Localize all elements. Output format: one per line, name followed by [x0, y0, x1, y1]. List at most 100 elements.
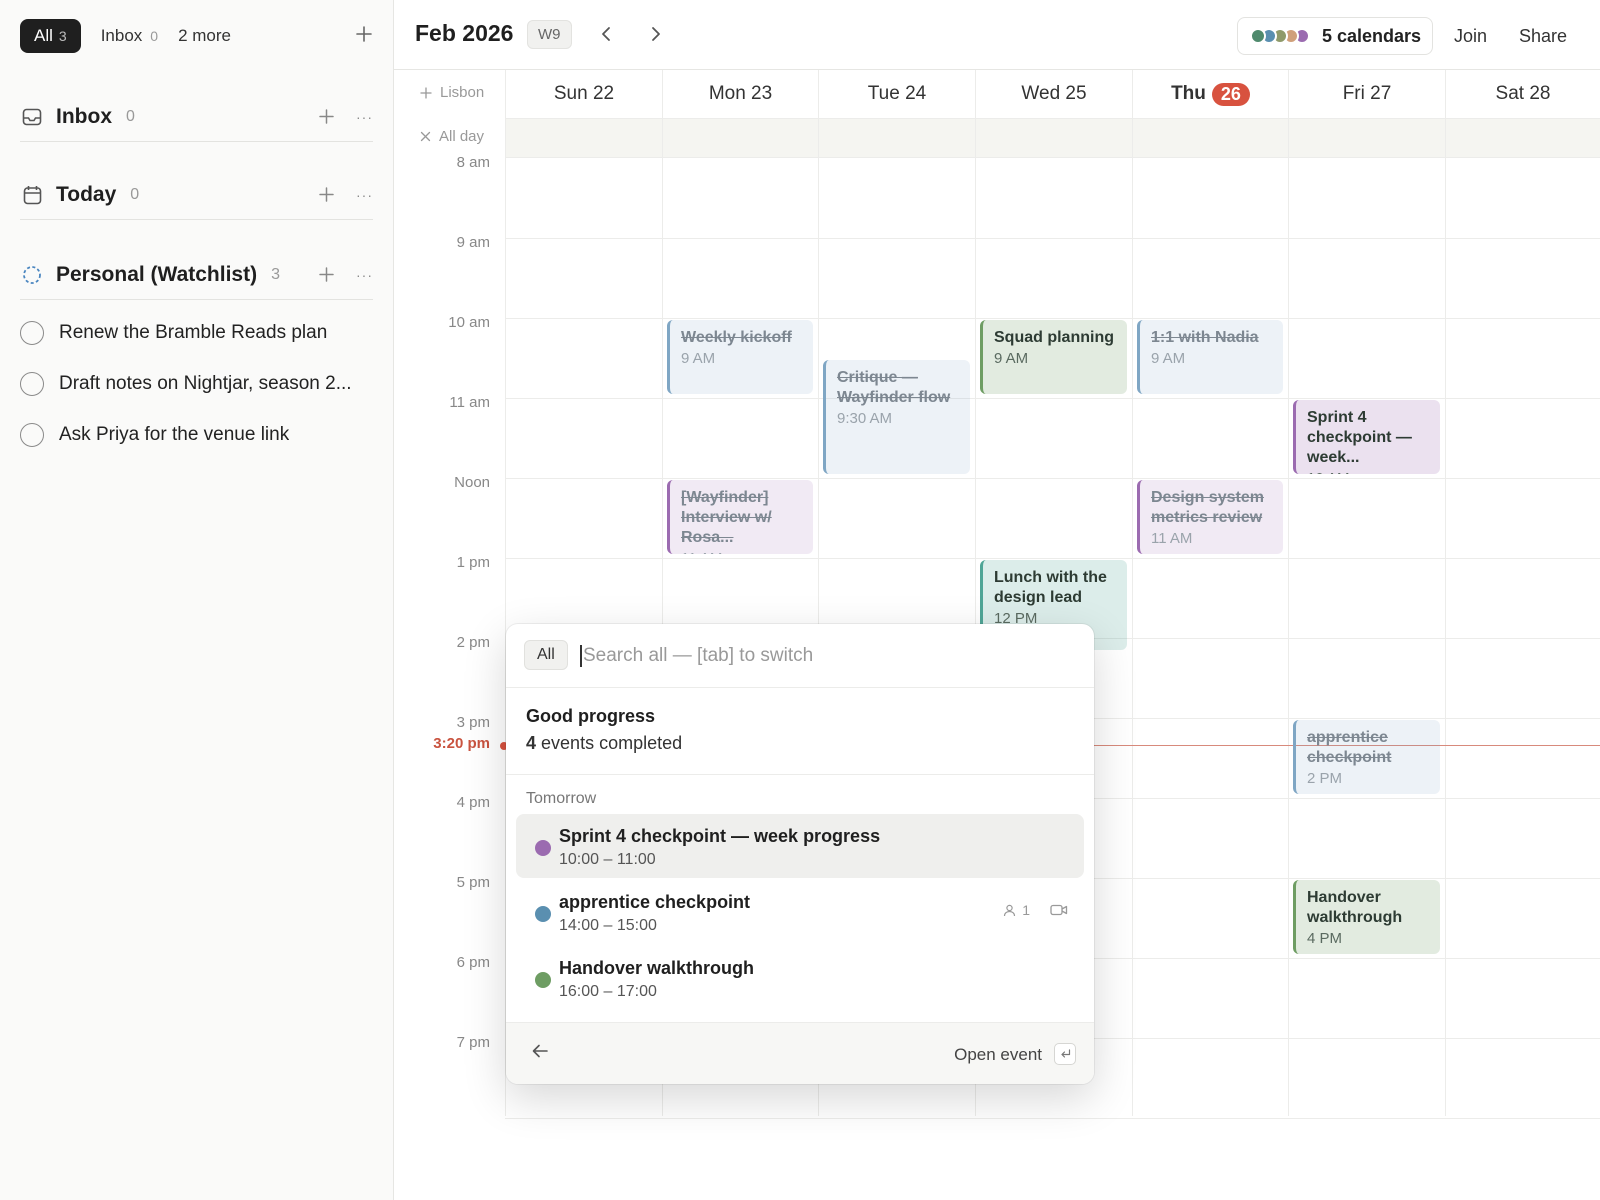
calendar-event[interactable]: Weekly kickoff 9 AM	[667, 320, 813, 394]
calendar-color-dots	[1250, 28, 1310, 44]
task-checkbox[interactable]	[20, 321, 44, 345]
calendar-event[interactable]: [Wayfinder] Interview w/ Rosa... 11 AM	[667, 480, 813, 554]
chevron-right-icon	[652, 27, 660, 41]
event-time: 2 PM	[1307, 770, 1343, 787]
day-column-line	[1288, 118, 1289, 1116]
tab-more[interactable]: 2 more	[178, 26, 231, 46]
event-meta: 1	[1003, 902, 1068, 918]
allday-toggle[interactable]: All day	[420, 128, 484, 145]
calendar-event[interactable]: 1:1 with Nadia 9 AM	[1137, 320, 1283, 394]
calendar-event[interactable]: Handover walkthrough 4 PM	[1293, 880, 1440, 954]
join-button[interactable]: Join	[1454, 26, 1487, 47]
popup-event-item[interactable]: Sprint 4 checkpoint — week progress 10:0…	[516, 814, 1084, 878]
plus-icon[interactable]	[319, 187, 334, 202]
event-time: 9:30 AM	[837, 410, 893, 427]
enter-key-icon	[1054, 1043, 1076, 1065]
search-input[interactable]	[583, 642, 1063, 670]
share-button[interactable]: Share	[1519, 26, 1567, 47]
more-icon[interactable]: ···	[356, 109, 373, 125]
day-header[interactable]: Mon 23	[662, 70, 818, 118]
sidebar-tabs: All 3 Inbox 0 2 more	[20, 19, 373, 53]
event-title: Sprint 4 checkpoint — week...	[1307, 409, 1412, 466]
hour-label: 10 am	[448, 314, 490, 331]
calendar-event[interactable]: Squad planning 9 AM	[980, 320, 1127, 394]
day-header[interactable]: Wed 25	[975, 70, 1132, 118]
event-time: 9 AM	[1151, 350, 1186, 367]
allday-text: All day	[439, 128, 485, 145]
day-header-label: Sat 28	[1495, 83, 1551, 104]
plus-icon[interactable]	[319, 267, 334, 282]
event-time: 11 AM	[681, 548, 803, 554]
popup-event-item[interactable]: apprentice checkpoint 14:00 – 15:00 1	[516, 880, 1084, 944]
week-badge[interactable]: W9	[527, 20, 572, 49]
plus-icon[interactable]	[319, 109, 334, 124]
event-title: Critique — Wayfinder flow	[837, 369, 951, 406]
day-header[interactable]: Tue 24	[818, 70, 975, 118]
add-list-button[interactable]	[355, 24, 373, 48]
calendar-icon	[20, 183, 44, 207]
timezone-text: Lisbon	[440, 84, 485, 101]
arrow-left-icon	[532, 1044, 548, 1058]
section-today[interactable]: Today 0 ···	[20, 170, 373, 220]
plus-icon	[420, 86, 432, 99]
task-label: Renew the Bramble Reads plan	[59, 322, 328, 343]
text-caret	[580, 645, 582, 667]
tab-all-count: 3	[58, 28, 67, 44]
sidebar: All 3 Inbox 0 2 more Inbox 0 ··· Today 0…	[0, 0, 394, 1200]
month-title: Feb 2026	[415, 20, 514, 46]
task-label: Draft notes on Nightjar, season 2...	[59, 373, 352, 394]
event-color-dot	[535, 906, 551, 922]
event-time: 11 AM	[1151, 530, 1193, 547]
calendar-event[interactable]: apprentice checkpoint 2 PM	[1293, 720, 1440, 794]
hour-label: 7 pm	[456, 1034, 490, 1051]
task-checkbox[interactable]	[20, 423, 44, 447]
dashed-circle-icon	[20, 263, 44, 287]
calendars-button[interactable]: 5 calendars	[1237, 17, 1433, 55]
tab-all[interactable]: All 3	[20, 19, 81, 53]
person-icon	[1004, 904, 1016, 916]
day-header[interactable]: Thu 26	[1132, 70, 1288, 118]
event-title: Squad planning	[994, 329, 1114, 346]
event-time: 9 AM	[681, 350, 716, 367]
more-icon[interactable]: ···	[356, 267, 373, 283]
day-header[interactable]: Fri 27	[1288, 70, 1445, 118]
prev-week-button[interactable]	[594, 22, 618, 46]
task-checkbox[interactable]	[20, 372, 44, 396]
section-personal-watchlist[interactable]: Personal (Watchlist) 3 ···	[20, 250, 373, 300]
hour-line	[505, 238, 1600, 239]
tab-inbox[interactable]: Inbox 0	[101, 26, 158, 46]
day-header-label: Sun 22	[553, 83, 615, 104]
section-inbox-title: Inbox	[56, 104, 112, 128]
back-button[interactable]	[532, 1044, 548, 1063]
hour-line	[505, 318, 1600, 319]
plus-icon	[356, 26, 372, 42]
next-week-button[interactable]	[644, 22, 668, 46]
more-icon[interactable]: ···	[356, 187, 373, 203]
search-scope-button[interactable]: All	[524, 640, 568, 670]
day-header[interactable]: Sun 22	[505, 70, 662, 118]
allday-row[interactable]	[505, 118, 1600, 158]
event-title: Sprint 4 checkpoint — week progress	[559, 826, 881, 846]
popup-event-item[interactable]: Handover walkthrough 16:00 – 17:00	[516, 946, 1084, 1010]
calendar-event[interactable]: Sprint 4 checkpoint — week... 10 AM	[1293, 400, 1440, 474]
event-title: apprentice checkpoint	[1307, 729, 1392, 766]
task-item[interactable]: Renew the Bramble Reads plan	[20, 315, 373, 351]
task-item[interactable]: Ask Priya for the venue link	[20, 417, 373, 453]
day-header[interactable]: Sat 28	[1445, 70, 1600, 118]
hour-line	[505, 1118, 1600, 1119]
event-title: Handover walkthrough	[559, 958, 755, 978]
task-label: Ask Priya for the venue link	[59, 424, 290, 445]
task-item[interactable]: Draft notes on Nightjar, season 2...	[20, 366, 373, 402]
calendar-event[interactable]: Critique — Wayfinder flow 9:30 AM	[823, 360, 970, 474]
event-time: 4 PM	[1307, 930, 1343, 947]
hour-label: 3 pm	[456, 714, 490, 731]
calendar-app: All 3 Inbox 0 2 more Inbox 0 ··· Today 0…	[0, 0, 1600, 1200]
section-inbox[interactable]: Inbox 0 ···	[20, 92, 373, 142]
open-event-button[interactable]: Open event	[954, 1045, 1042, 1065]
day-header-label: Wed 25	[1021, 83, 1087, 104]
timezone-label[interactable]: Lisbon	[420, 84, 484, 101]
progress-line: 4 events completed	[526, 733, 682, 754]
tab-inbox-count: 0	[150, 28, 159, 44]
event-title: Design system metrics review	[1151, 489, 1264, 526]
calendar-event[interactable]: Design system metrics review 11 AM	[1137, 480, 1283, 554]
